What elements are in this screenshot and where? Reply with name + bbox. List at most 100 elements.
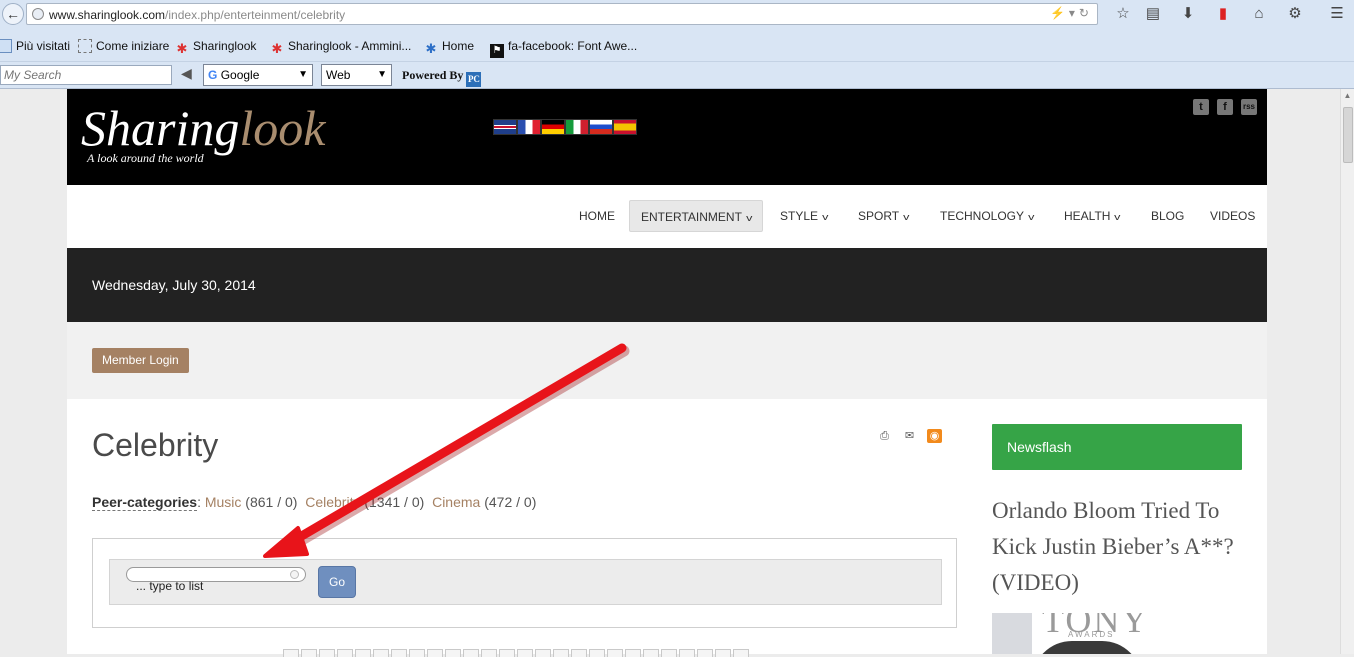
clear-icon[interactable] bbox=[290, 570, 299, 579]
bookmark-sharinglook-admin[interactable]: ✱ Sharinglook - Ammini... bbox=[270, 39, 412, 56]
flag-spain-icon[interactable] bbox=[613, 119, 637, 135]
main-content: Celebrity ⎙ ✉ ◉ Peer-categories: Music (… bbox=[67, 399, 1267, 657]
nav-entertainment[interactable]: ENTERTAINMENT v bbox=[629, 200, 764, 232]
pc-logo-icon: PC bbox=[466, 72, 482, 87]
page-tab[interactable] bbox=[481, 649, 497, 657]
site-logo[interactable]: Sharinglook bbox=[81, 103, 325, 153]
page-tab[interactable] bbox=[445, 649, 461, 657]
page-tab[interactable] bbox=[409, 649, 425, 657]
page-tab[interactable] bbox=[499, 649, 515, 657]
peer-link-cinema[interactable]: Cinema bbox=[432, 494, 480, 510]
search-engine-select[interactable]: G Google ▼ bbox=[203, 64, 313, 86]
rss-icon[interactable]: rss bbox=[1241, 99, 1257, 115]
bookmark-font-awesome[interactable]: ⚑ fa-facebook: Font Awe... bbox=[490, 39, 637, 58]
nav-technology[interactable]: TECHNOLOGY v bbox=[929, 200, 1045, 232]
image-person bbox=[1032, 641, 1142, 654]
page-tab[interactable] bbox=[733, 649, 749, 657]
search-scope-select[interactable]: Web ▼ bbox=[321, 64, 392, 86]
nav-videos[interactable]: VIDEOS bbox=[1199, 200, 1266, 232]
flag-uk-icon[interactable] bbox=[493, 119, 517, 135]
image-background bbox=[992, 613, 1032, 654]
page-tab[interactable] bbox=[553, 649, 569, 657]
home-icon[interactable]: ⌂ bbox=[1248, 4, 1270, 24]
go-button[interactable]: Go bbox=[318, 566, 356, 598]
page-tab[interactable] bbox=[463, 649, 479, 657]
nav-style[interactable]: STYLE v bbox=[769, 200, 839, 232]
page-tab[interactable] bbox=[589, 649, 605, 657]
flag-france-icon[interactable] bbox=[517, 119, 541, 135]
page-tab[interactable] bbox=[373, 649, 389, 657]
bookmark-sharinglook[interactable]: ✱ Sharinglook bbox=[175, 39, 257, 56]
newsflash-image[interactable]: TONY AWARDS bbox=[992, 613, 1176, 654]
download-icon[interactable]: ⬇ bbox=[1177, 4, 1199, 24]
facebook-icon[interactable]: f bbox=[1217, 99, 1233, 115]
page-tab[interactable] bbox=[355, 649, 371, 657]
flag-russia-icon[interactable] bbox=[589, 119, 613, 135]
page-tab[interactable] bbox=[697, 649, 713, 657]
extension-icon[interactable]: ⚙ bbox=[1284, 4, 1306, 24]
peer-link-music[interactable]: Music bbox=[205, 494, 242, 510]
language-flags bbox=[493, 119, 637, 135]
bookmark-getting-started[interactable]: Come iniziare bbox=[78, 39, 169, 53]
pagination bbox=[283, 649, 749, 657]
page-tab[interactable] bbox=[283, 649, 299, 657]
member-login-button[interactable]: Member Login bbox=[92, 348, 189, 373]
powered-by: Powered By PC bbox=[402, 68, 482, 87]
star-icon[interactable]: ☆ bbox=[1112, 4, 1134, 24]
flag-italy-icon[interactable] bbox=[565, 119, 589, 135]
chevron-down-icon: v bbox=[1114, 212, 1121, 222]
page-tab[interactable] bbox=[391, 649, 407, 657]
image-logo-subtext: AWARDS bbox=[1068, 630, 1115, 639]
nav-sport[interactable]: SPORT v bbox=[847, 200, 920, 232]
peer-link-celebrity[interactable]: Celebrity bbox=[305, 494, 360, 510]
page-tab[interactable] bbox=[571, 649, 587, 657]
logo-tagline: A look around the world bbox=[87, 151, 204, 165]
url-action-icons[interactable]: ⚡▾↻ bbox=[1050, 6, 1093, 20]
back-arrow-icon[interactable]: ← bbox=[2, 3, 24, 25]
page-tab[interactable] bbox=[517, 649, 533, 657]
bookmark-most-visited[interactable]: Più visitati bbox=[0, 39, 70, 53]
chevron-down-icon: v bbox=[822, 212, 829, 222]
url-bar[interactable]: www.sharinglook.com/index.php/enterteinm… bbox=[26, 3, 1098, 25]
page-tab[interactable] bbox=[535, 649, 551, 657]
page-tab[interactable] bbox=[319, 649, 335, 657]
bookmarks-bar: Più visitati Come iniziare ✱ Sharinglook … bbox=[0, 30, 1354, 62]
filter-box: ... type to list Go bbox=[92, 538, 957, 628]
article-tools: ⎙ ✉ ◉ bbox=[877, 429, 942, 443]
chevron-down-icon: v bbox=[903, 212, 910, 222]
page-tab[interactable] bbox=[715, 649, 731, 657]
nav-home[interactable]: HOME bbox=[568, 200, 626, 232]
page-tab[interactable] bbox=[661, 649, 677, 657]
newsflash-headline[interactable]: Orlando Bloom Tried To Kick Justin Biebe… bbox=[992, 493, 1262, 601]
filter-panel: ... type to list Go bbox=[109, 559, 942, 605]
joomla-icon: ✱ bbox=[176, 41, 188, 56]
nav-health[interactable]: HEALTH v bbox=[1053, 200, 1131, 232]
rss-feed-icon[interactable]: ◉ bbox=[927, 429, 942, 443]
page-tab[interactable] bbox=[643, 649, 659, 657]
addon-icon[interactable]: ▮ bbox=[1212, 4, 1234, 24]
browser-nav-bar: ← www.sharinglook.com/index.php/entertei… bbox=[0, 0, 1354, 30]
clipboard-icon[interactable]: ▤ bbox=[1142, 4, 1164, 24]
twitter-icon[interactable]: t bbox=[1193, 99, 1209, 115]
print-icon[interactable]: ⎙ bbox=[877, 429, 892, 443]
email-icon[interactable]: ✉ bbox=[902, 429, 917, 443]
page-tab[interactable] bbox=[301, 649, 317, 657]
my-search-input[interactable] bbox=[0, 65, 172, 85]
chevron-down-icon: v bbox=[1028, 212, 1035, 222]
page-tab[interactable] bbox=[337, 649, 353, 657]
left-arrow-icon[interactable]: ◀ bbox=[181, 65, 192, 82]
page-tab[interactable] bbox=[625, 649, 641, 657]
date-band: Wednesday, July 30, 2014 bbox=[67, 248, 1267, 322]
flag-germany-icon[interactable] bbox=[541, 119, 565, 135]
bookmark-home[interactable]: ✱ Home bbox=[424, 39, 474, 56]
page-scrollbar[interactable]: ▲ bbox=[1340, 89, 1354, 654]
globe-icon bbox=[32, 8, 44, 20]
scroll-thumb[interactable] bbox=[1343, 107, 1353, 163]
nav-blog[interactable]: BLOG bbox=[1140, 200, 1195, 232]
scroll-up-icon[interactable]: ▲ bbox=[1341, 91, 1354, 100]
chevron-down-icon: v bbox=[746, 213, 753, 223]
page-tab[interactable] bbox=[427, 649, 443, 657]
menu-icon[interactable]: ☰ bbox=[1326, 4, 1348, 24]
page-tab[interactable] bbox=[679, 649, 695, 657]
page-tab[interactable] bbox=[607, 649, 623, 657]
